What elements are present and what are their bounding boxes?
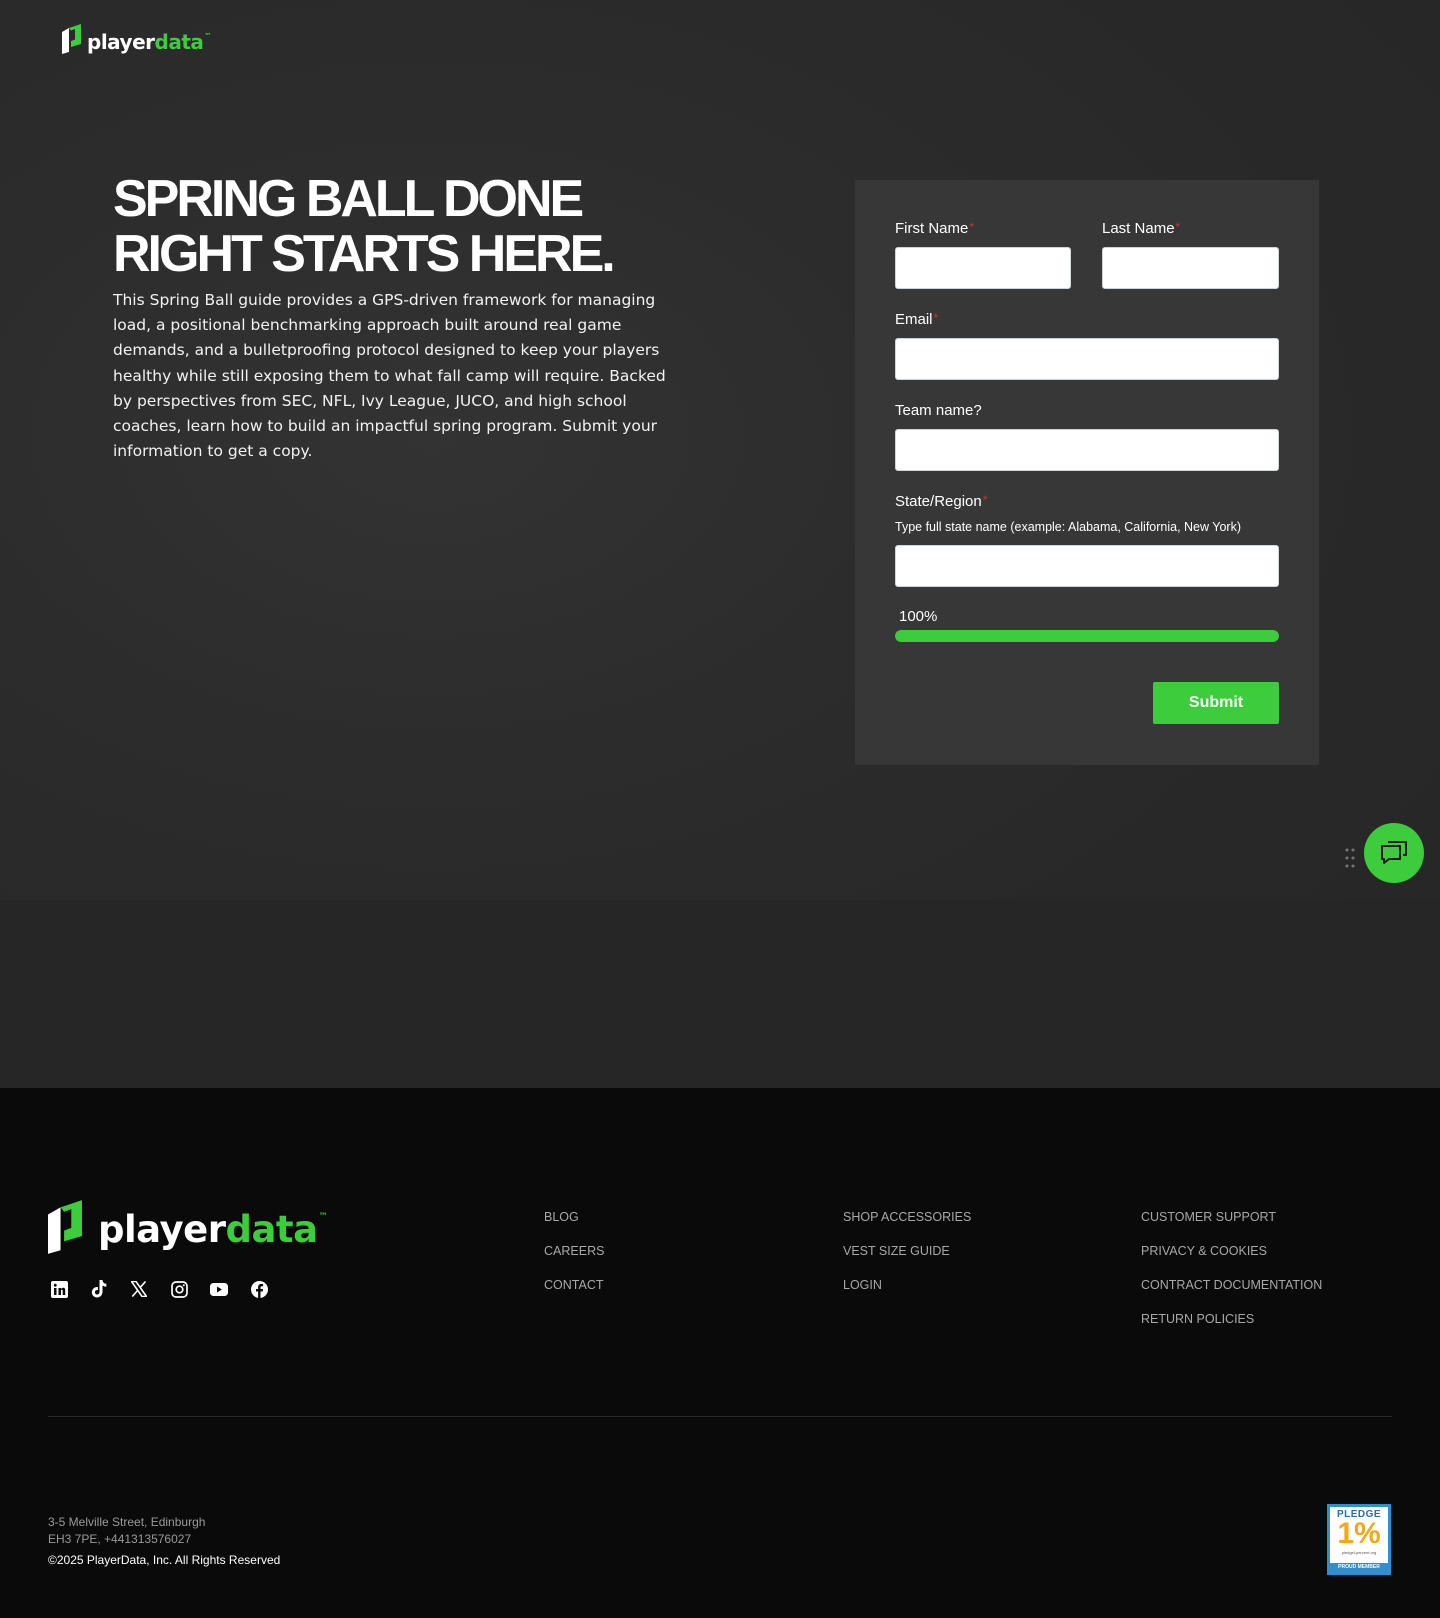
headline-line-2: RIGHT STARTS HERE. [113, 225, 616, 283]
playerdata-logo-icon [48, 1200, 82, 1259]
copyright-notice: ©2025 PlayerData, Inc. All Rights Reserv… [48, 1553, 281, 1567]
social-links [50, 1280, 268, 1298]
facebook-icon[interactable] [250, 1280, 268, 1298]
drag-handle-icon[interactable] [1345, 848, 1355, 873]
headline-line-1: SPRING BALL DONE [113, 170, 584, 228]
state-region-input[interactable] [895, 545, 1279, 587]
footer-link-contact[interactable]: CONTACT [544, 1278, 604, 1292]
footer-link-contract-documentation[interactable]: CONTRACT DOCUMENTATION [1141, 1278, 1322, 1292]
header-logo[interactable]: player data ™ [62, 24, 211, 59]
chat-launcher-button[interactable] [1364, 823, 1424, 883]
footer-divider [48, 1416, 1392, 1417]
last-name-input[interactable] [1102, 247, 1279, 289]
team-name-input[interactable] [895, 429, 1279, 471]
first-name-label: First Name* [895, 220, 975, 237]
footer-links-column-1: BLOG CAREERS CONTACT [544, 1210, 604, 1292]
footer-link-careers[interactable]: CAREERS [544, 1244, 604, 1258]
progress-percent: 100% [899, 608, 938, 625]
footer-link-privacy-cookies[interactable]: PRIVACY & COOKIES [1141, 1244, 1322, 1258]
progress-bar [895, 630, 1279, 642]
submit-button[interactable]: Submit [1153, 682, 1279, 724]
footer-links-column-3: CUSTOMER SUPPORT PRIVACY & COOKIES CONTR… [1141, 1210, 1322, 1326]
pledge-badge-url: pledge1percent.org [1341, 1550, 1377, 1555]
footer-link-login[interactable]: LOGIN [843, 1278, 971, 1292]
pledge-badge-member: PROUD MEMBER [1330, 1563, 1388, 1572]
playerdata-logo-icon [62, 24, 81, 59]
team-name-label: Team name? [895, 402, 982, 419]
footer-link-blog[interactable]: BLOG [544, 1210, 604, 1224]
footer-link-return-policies[interactable]: RETURN POLICIES [1141, 1312, 1322, 1326]
first-name-input[interactable] [895, 247, 1071, 289]
x-icon[interactable] [130, 1280, 148, 1298]
email-label: Email* [895, 311, 939, 328]
address-line-1: 3-5 Melville Street, Edinburgh [48, 1515, 206, 1529]
youtube-icon[interactable] [210, 1280, 228, 1298]
progress-bar-fill [895, 630, 1279, 642]
address-line-2: EH3 7PE, +441313576027 [48, 1532, 192, 1546]
company-address: 3-5 Melville Street, Edinburgh EH3 7PE, … [48, 1514, 205, 1548]
footer-link-vest-size-guide[interactable]: VEST SIZE GUIDE [843, 1244, 971, 1258]
footer-links-column-2: SHOP ACCESSORIES VEST SIZE GUIDE LOGIN [843, 1210, 971, 1292]
lead-form: First Name* Last Name* Email* Team name?… [855, 180, 1319, 765]
logo-wordmark: player data ™ [98, 1208, 328, 1251]
intro-paragraph: This Spring Ball guide provides a GPS-dr… [113, 291, 666, 461]
footer-logo[interactable]: player data ™ [48, 1200, 328, 1259]
tiktok-icon[interactable] [90, 1280, 108, 1298]
state-region-help-text: Type full state name (example: Alabama, … [895, 520, 1242, 534]
hero-lower-band [0, 900, 1440, 1088]
chat-bubbles-icon [1379, 837, 1409, 870]
email-input[interactable] [895, 338, 1279, 380]
hero-section: player data ™ SPRING BALL DONE RIGHT START… [0, 0, 1440, 1088]
logo-wordmark: player data ™ [87, 29, 211, 54]
instagram-icon[interactable] [170, 1280, 188, 1298]
footer-link-shop-accessories[interactable]: SHOP ACCESSORIES [843, 1210, 971, 1224]
footer-link-customer-support[interactable]: CUSTOMER SUPPORT [1141, 1210, 1322, 1224]
last-name-label: Last Name* [1102, 220, 1181, 237]
pledge-1-percent-badge[interactable]: PLEDGE 1% pledge1percent.org PROUD MEMBE… [1327, 1504, 1391, 1575]
linkedin-icon[interactable] [50, 1280, 68, 1298]
pledge-badge-percent: 1% [1337, 1517, 1381, 1550]
page-headline: SPRING BALL DONE RIGHT STARTS HERE. [113, 172, 673, 282]
site-footer: player data ™ BLOG CAREERS CONTACT SHOP AC… [0, 1088, 1440, 1618]
state-region-label: State/Region* [895, 493, 988, 510]
